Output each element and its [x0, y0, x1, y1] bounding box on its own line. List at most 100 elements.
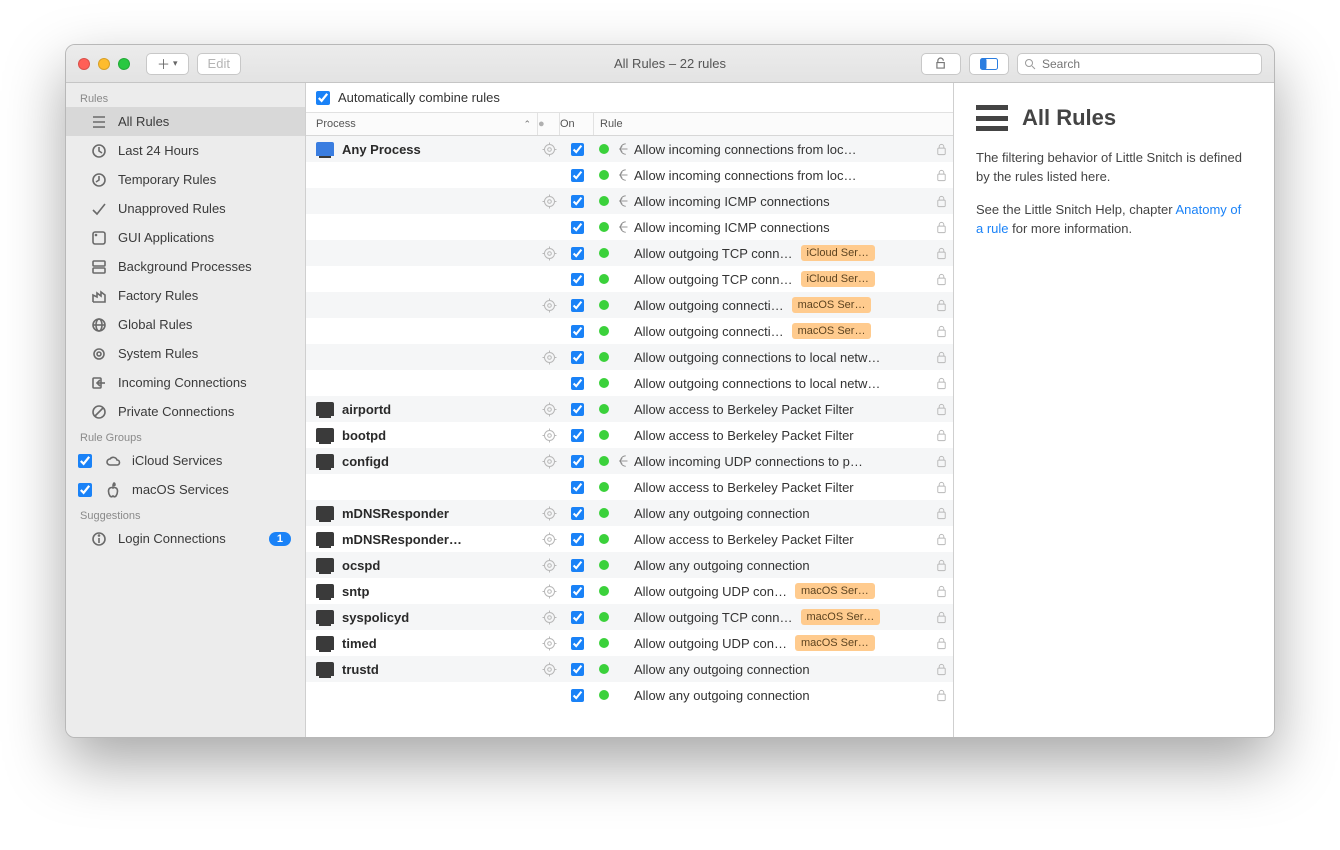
- rule-enable-checkbox[interactable]: [571, 377, 584, 390]
- gear-cell[interactable]: [538, 506, 560, 521]
- rule-row[interactable]: Allow outgoing TCP conn…iCloud Ser…: [306, 266, 953, 292]
- sidebar-item-background-processes[interactable]: Background Processes: [66, 252, 305, 281]
- rule-enable-checkbox[interactable]: [571, 533, 584, 546]
- gear-cell[interactable]: [538, 558, 560, 573]
- lock-toggle-button[interactable]: [921, 53, 961, 75]
- gear-cell[interactable]: [538, 194, 560, 209]
- rule-row[interactable]: configdAllow incoming UDP connections to…: [306, 448, 953, 474]
- sidebar-group-icloud-services[interactable]: iCloud Services: [66, 446, 305, 475]
- gear-cell[interactable]: [538, 636, 560, 651]
- rule-enable-checkbox[interactable]: [571, 585, 584, 598]
- rule-enable-checkbox[interactable]: [571, 221, 584, 234]
- rule-enable-checkbox[interactable]: [571, 351, 584, 364]
- gear-cell[interactable]: [538, 532, 560, 547]
- gear-cell[interactable]: [538, 350, 560, 365]
- in-icon: [90, 374, 108, 392]
- sidebar-item-gui-applications[interactable]: GUI Applications: [66, 223, 305, 252]
- rule-row[interactable]: Allow outgoing connections to local netw…: [306, 344, 953, 370]
- gear-cell[interactable]: [538, 454, 560, 469]
- rules-list[interactable]: Any ProcessAllow incoming connections fr…: [306, 136, 953, 737]
- sidebar-item-temporary-rules[interactable]: Temporary Rules: [66, 165, 305, 194]
- search-input[interactable]: [1042, 57, 1255, 71]
- sidebar-toggle-button[interactable]: [969, 53, 1009, 75]
- sidebar-item-private-connections[interactable]: Private Connections: [66, 397, 305, 426]
- close-button[interactable]: [78, 58, 90, 70]
- rule-enable-checkbox[interactable]: [571, 195, 584, 208]
- gear-cell[interactable]: [538, 584, 560, 599]
- rule-enable-checkbox[interactable]: [571, 611, 584, 624]
- rule-row[interactable]: trustdAllow any outgoing connection: [306, 656, 953, 682]
- sidebar-item-label: Incoming Connections: [118, 375, 247, 390]
- rule-enable-checkbox[interactable]: [571, 455, 584, 468]
- rule-enable-checkbox[interactable]: [571, 299, 584, 312]
- rule-row[interactable]: Any ProcessAllow incoming connections fr…: [306, 136, 953, 162]
- zoom-button[interactable]: [118, 58, 130, 70]
- combine-checkbox[interactable]: [316, 91, 330, 105]
- rule-enable-checkbox[interactable]: [571, 689, 584, 702]
- sidebar-item-factory-rules[interactable]: Factory Rules: [66, 281, 305, 310]
- rule-row[interactable]: syspolicydAllow outgoing TCP conn…macOS …: [306, 604, 953, 630]
- rule-enable-checkbox[interactable]: [571, 403, 584, 416]
- rule-row[interactable]: Allow outgoing connections to local netw…: [306, 370, 953, 396]
- sidebar-item-all-rules[interactable]: All Rules: [66, 107, 305, 136]
- rule-row[interactable]: Allow outgoing connecti…macOS Ser…: [306, 318, 953, 344]
- sidebar-item-global-rules[interactable]: Global Rules: [66, 310, 305, 339]
- rule-row[interactable]: sntpAllow outgoing UDP con…macOS Ser…: [306, 578, 953, 604]
- rule-row[interactable]: Allow incoming connections from loc…: [306, 162, 953, 188]
- rule-row[interactable]: ocspdAllow any outgoing connection: [306, 552, 953, 578]
- rule-row[interactable]: Allow any outgoing connection: [306, 682, 953, 708]
- status-indicator: [594, 170, 614, 180]
- rule-enable-checkbox[interactable]: [571, 247, 584, 260]
- minimize-button[interactable]: [98, 58, 110, 70]
- rule-row[interactable]: Allow incoming ICMP connections: [306, 214, 953, 240]
- column-rule[interactable]: Rule: [594, 118, 953, 130]
- gear-cell[interactable]: [538, 610, 560, 625]
- rule-row[interactable]: Allow outgoing connecti…macOS Ser…: [306, 292, 953, 318]
- gear-cell[interactable]: [538, 402, 560, 417]
- add-button[interactable]: ＋ ▾: [146, 53, 189, 75]
- group-checkbox[interactable]: [78, 483, 92, 497]
- sidebar-group-macos-services[interactable]: macOS Services: [66, 475, 305, 504]
- titlebar: ＋ ▾ Edit All Rules – 22 rules: [66, 45, 1274, 83]
- search-field[interactable]: [1017, 53, 1262, 75]
- sidebar-suggestion-login-connections[interactable]: Login Connections1: [66, 524, 305, 553]
- rule-row[interactable]: bootpdAllow access to Berkeley Packet Fi…: [306, 422, 953, 448]
- sidebar-item-incoming-connections[interactable]: Incoming Connections: [66, 368, 305, 397]
- column-process[interactable]: Process: [316, 118, 356, 130]
- table-header[interactable]: Process⌃ ● On Rule: [306, 113, 953, 136]
- rule-enable-checkbox[interactable]: [571, 559, 584, 572]
- rule-row[interactable]: airportdAllow access to Berkeley Packet …: [306, 396, 953, 422]
- rule-row[interactable]: timedAllow outgoing UDP con…macOS Ser…: [306, 630, 953, 656]
- rule-enable-checkbox[interactable]: [571, 663, 584, 676]
- rule-cell: Allow access to Berkeley Packet Filter: [634, 402, 929, 417]
- sidebar-item-unapproved-rules[interactable]: Unapproved Rules: [66, 194, 305, 223]
- edit-button[interactable]: Edit: [197, 53, 241, 75]
- rule-enable-checkbox[interactable]: [571, 429, 584, 442]
- column-on[interactable]: On: [560, 113, 594, 135]
- gear-cell[interactable]: [538, 246, 560, 261]
- process-name: mDNSResponder: [342, 506, 449, 521]
- rule-enable-checkbox[interactable]: [571, 143, 584, 156]
- rule-row[interactable]: mDNSResponderAllow any outgoing connecti…: [306, 500, 953, 526]
- sidebar-item-last-24-hours[interactable]: Last 24 Hours: [66, 136, 305, 165]
- column-status[interactable]: ●: [538, 113, 560, 135]
- sidebar-item-system-rules[interactable]: System Rules: [66, 339, 305, 368]
- gear-cell[interactable]: [538, 298, 560, 313]
- rule-row[interactable]: Allow outgoing TCP conn…iCloud Ser…: [306, 240, 953, 266]
- rule-enable-checkbox[interactable]: [571, 325, 584, 338]
- rule-row[interactable]: mDNSResponder…Allow access to Berkeley P…: [306, 526, 953, 552]
- rule-row[interactable]: Allow access to Berkeley Packet Filter: [306, 474, 953, 500]
- rule-enable-checkbox[interactable]: [571, 481, 584, 494]
- group-checkbox[interactable]: [78, 454, 92, 468]
- rule-row[interactable]: Allow incoming ICMP connections: [306, 188, 953, 214]
- rules-pane: Automatically combine rules Process⌃ ● O…: [306, 83, 954, 737]
- status-indicator: [594, 144, 614, 154]
- list-icon: [90, 113, 108, 131]
- rule-enable-checkbox[interactable]: [571, 273, 584, 286]
- rule-enable-checkbox[interactable]: [571, 169, 584, 182]
- rule-enable-checkbox[interactable]: [571, 637, 584, 650]
- gear-cell[interactable]: [538, 662, 560, 677]
- gear-cell[interactable]: [538, 428, 560, 443]
- rule-enable-checkbox[interactable]: [571, 507, 584, 520]
- gear-cell[interactable]: [538, 142, 560, 157]
